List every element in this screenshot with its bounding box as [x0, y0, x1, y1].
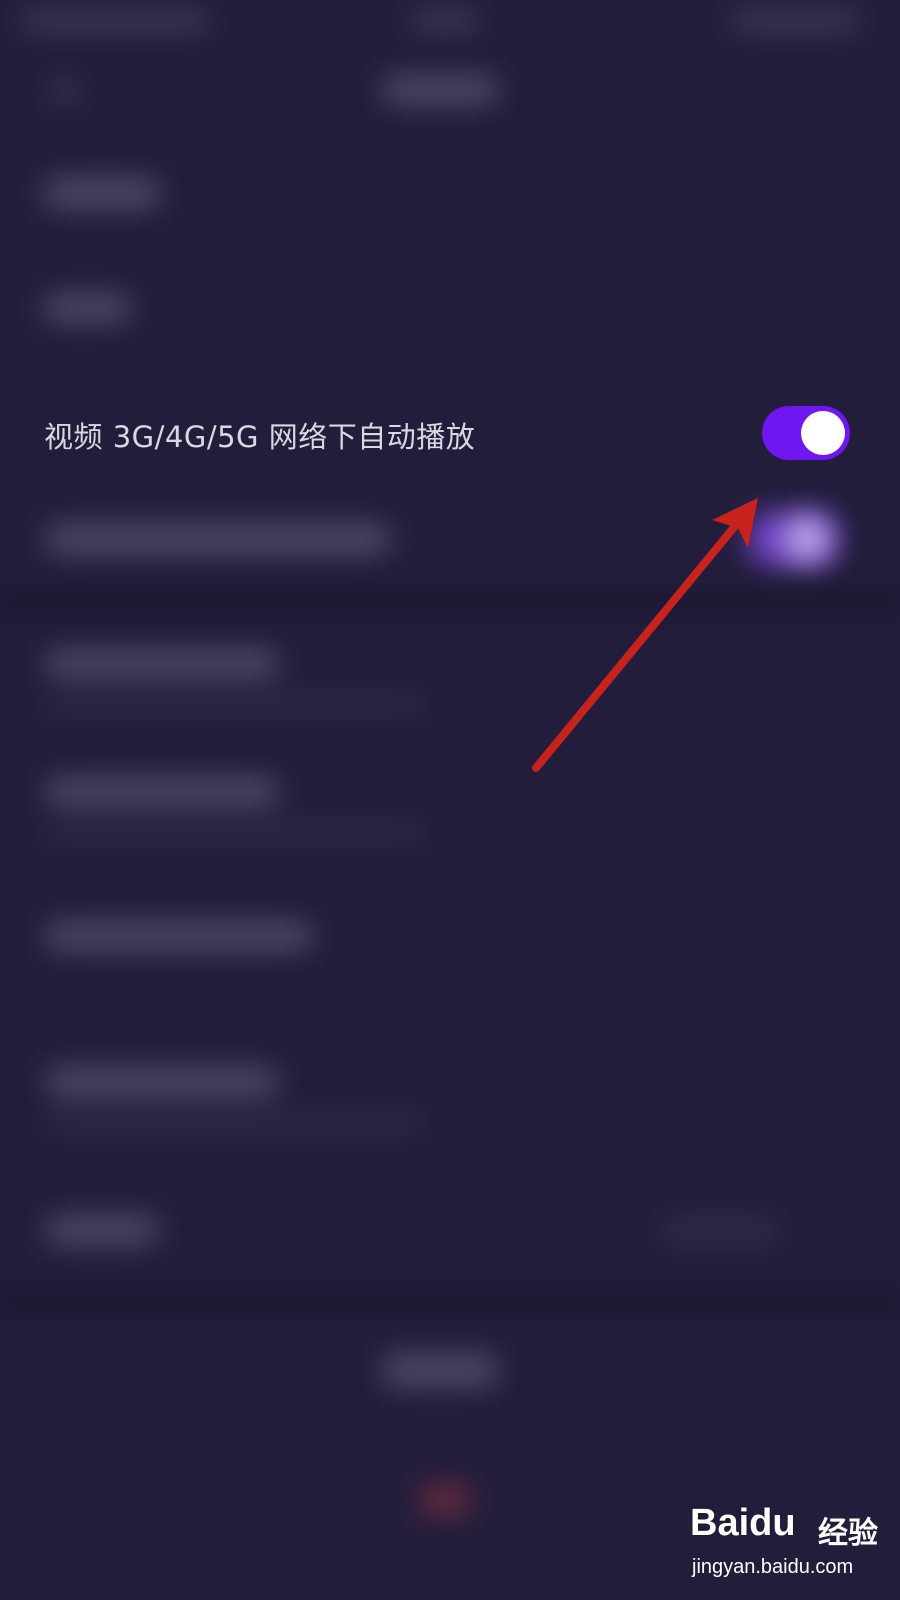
- setting-item-blurred-6[interactable]: [44, 1066, 280, 1098]
- status-bar-center: [410, 8, 480, 34]
- setting-item-blurred-2[interactable]: [44, 522, 392, 556]
- setting-item-blurred-7[interactable]: [44, 1214, 160, 1246]
- annotation-arrow-shaft: [532, 516, 744, 772]
- baidu-watermark: Baidu 经验 jingyan.baidu.com: [690, 1500, 890, 1590]
- section-divider-1: [0, 592, 900, 614]
- watermark-brand: 经验: [818, 1516, 878, 1551]
- toggle-knob: [801, 411, 845, 455]
- setting-label-autoplay-mobile: 视频 3G/4G/5G 网络下自动播放: [44, 420, 476, 454]
- setting-item-blurred-4[interactable]: [44, 776, 280, 808]
- watermark-logo: Baidu: [690, 1502, 796, 1544]
- setting-item-blurred-4-sub: [44, 822, 424, 842]
- setting-item-blurred-3-sub: [44, 694, 424, 714]
- setting-item-blurred-6-sub: [44, 1112, 424, 1132]
- status-bar-right: [730, 8, 860, 34]
- footer-button-blurred[interactable]: [380, 1352, 500, 1388]
- back-icon[interactable]: [52, 76, 78, 106]
- setting-item-blurred-7-value: [660, 1216, 780, 1246]
- section-header-1: [42, 176, 162, 210]
- setting-item-blurred-1[interactable]: [42, 292, 132, 324]
- status-bar-left: [20, 8, 210, 34]
- setting-item-blurred-3[interactable]: [44, 648, 280, 680]
- setting-toggle-knob-blurred: [784, 516, 830, 562]
- section-divider-2: [0, 1290, 900, 1312]
- bottom-indicator-blurred: [418, 1482, 472, 1518]
- setting-item-blurred-5[interactable]: [44, 920, 314, 952]
- autoplay-toggle[interactable]: [762, 406, 850, 460]
- watermark-url: jingyan.baidu.com: [692, 1556, 854, 1578]
- nav-title: [380, 74, 500, 106]
- settings-screen: 视频 3G/4G/5G 网络下自动播放 Baidu 经验 jingyan.bai…: [0, 0, 900, 1600]
- setting-row-autoplay-mobile: 视频 3G/4G/5G 网络下自动播放: [0, 388, 900, 480]
